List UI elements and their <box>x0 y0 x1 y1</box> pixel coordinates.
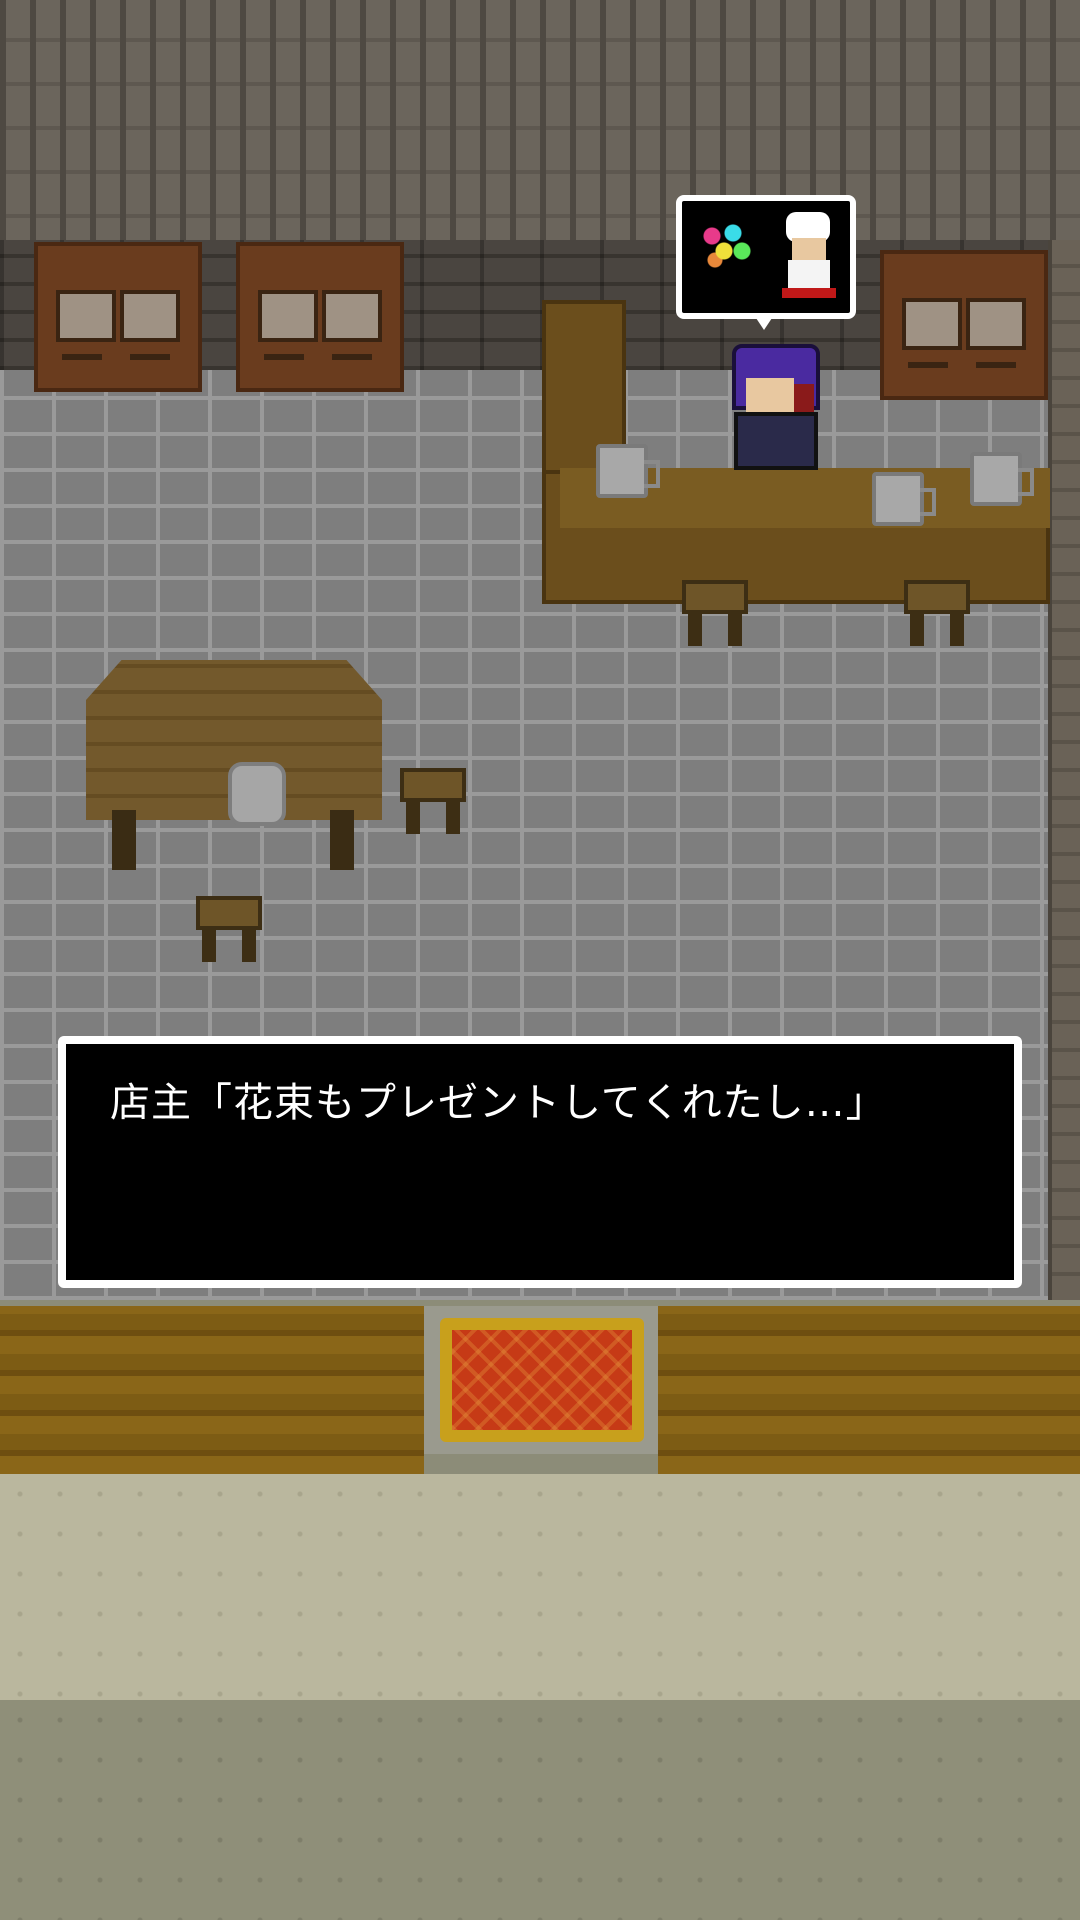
stool-leg <box>688 612 702 646</box>
cabinet-glass <box>966 298 1026 350</box>
chef-feet <box>782 288 836 298</box>
dialog-text: 店主「花束もプレゼントしてくれたし…」 <box>110 1080 887 1126</box>
stool-leg <box>728 612 742 646</box>
cabinet-drawer <box>332 354 372 360</box>
cabinet-glass <box>56 290 116 342</box>
cabinet-drawer <box>976 362 1016 368</box>
bouquet-icon <box>700 218 760 278</box>
chef-coat <box>788 260 830 290</box>
mug-icon <box>970 452 1034 506</box>
cabinet-glass <box>120 290 180 342</box>
game-scene[interactable]: 店主「花束もプレゼントしてくれたし…」 <box>0 0 1080 1920</box>
stool-seat <box>196 896 262 930</box>
shopkeeper-face <box>746 378 794 412</box>
cabinet-drawer <box>264 354 304 360</box>
jug-icon <box>228 762 286 826</box>
stool <box>682 580 748 648</box>
stool-leg <box>202 928 216 962</box>
lower-wall-left <box>0 1306 424 1474</box>
outside-ground-lower <box>0 1700 1080 1920</box>
shopkeeper-sprite[interactable] <box>724 344 828 472</box>
back-wall <box>0 0 1080 240</box>
cabinet-glass <box>322 290 382 342</box>
rug-pattern <box>452 1330 632 1430</box>
cabinet-drawer <box>908 362 948 368</box>
stool-leg <box>242 928 256 962</box>
stool-seat <box>904 580 970 614</box>
cabinet-glass <box>902 298 962 350</box>
stool-leg <box>406 800 420 834</box>
table-leg <box>112 810 136 870</box>
stool-leg <box>910 612 924 646</box>
cabinet-middle <box>236 242 404 392</box>
stool-leg <box>446 800 460 834</box>
chef-icon <box>778 212 838 300</box>
chef-head <box>792 238 826 260</box>
cabinet-left <box>34 242 202 392</box>
stool <box>400 768 466 836</box>
cabinet-glass <box>258 290 318 342</box>
cabinet-drawer <box>130 354 170 360</box>
mug-icon <box>872 472 936 526</box>
stool-seat <box>682 580 748 614</box>
lower-wall-right <box>658 1306 1080 1474</box>
stool-seat <box>400 768 466 802</box>
stool-leg <box>950 612 964 646</box>
stool <box>904 580 970 648</box>
cabinet-drawer <box>62 354 102 360</box>
table-leg <box>330 810 354 870</box>
right-wall-edge <box>1048 240 1080 1300</box>
dialog-box[interactable]: 店主「花束もプレゼントしてくれたし…」 <box>58 1036 1022 1288</box>
cabinet-right <box>880 250 1048 400</box>
stool <box>196 896 262 964</box>
shopkeeper-body <box>734 412 818 470</box>
mug-icon <box>596 444 660 498</box>
